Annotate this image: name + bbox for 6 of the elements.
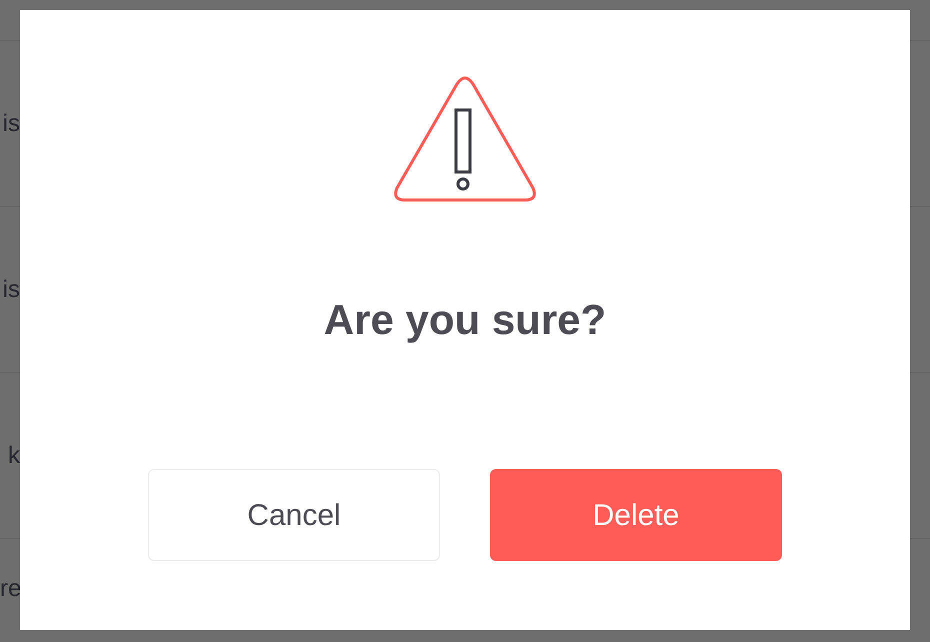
dialog-title: Are you sure? [324,295,606,345]
row-text: is [2,278,20,302]
row-text: re [0,576,20,600]
row-text: k [7,444,20,468]
cancel-button[interactable]: Cancel [148,469,440,561]
row-text: is [2,112,20,136]
